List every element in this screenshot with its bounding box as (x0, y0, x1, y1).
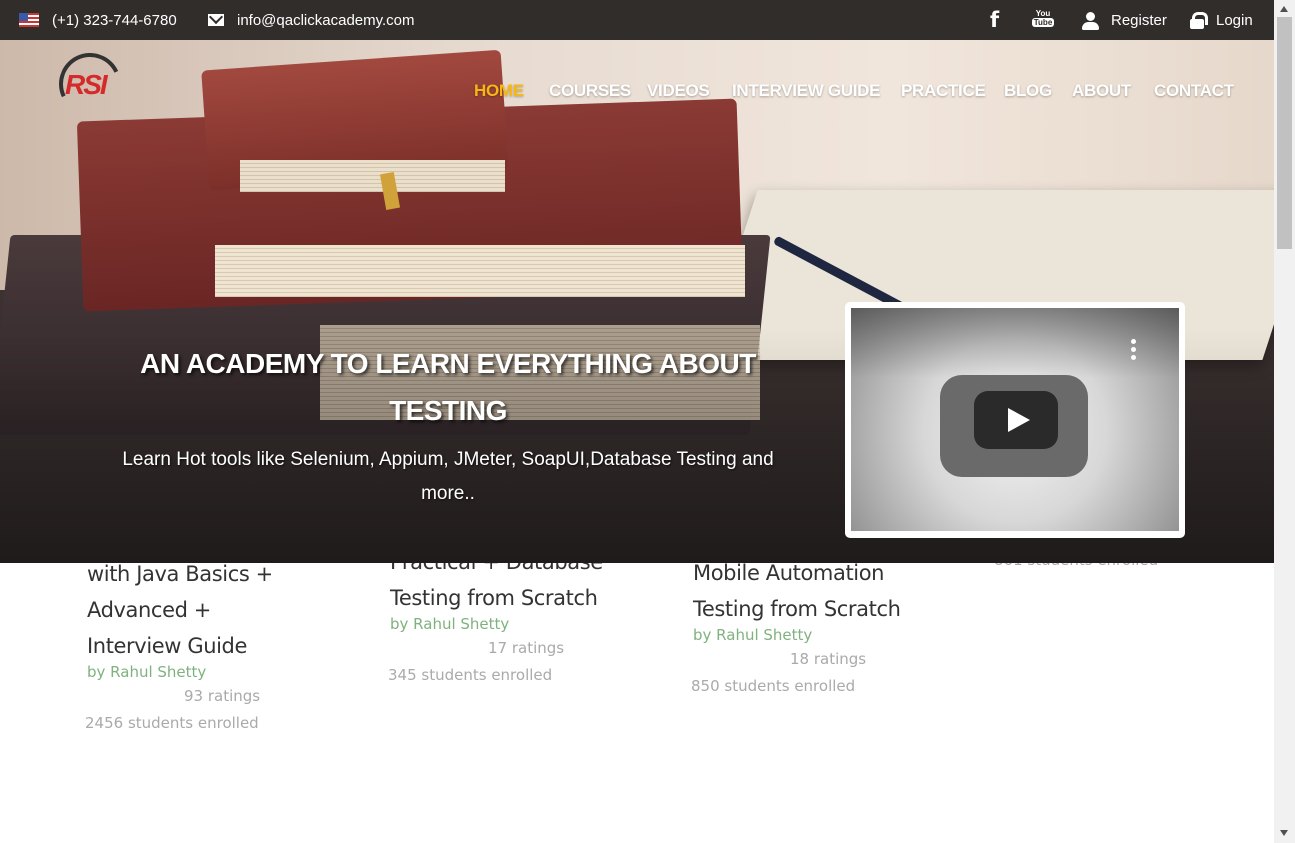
video-thumbnail[interactable] (851, 308, 1179, 531)
nav-courses[interactable]: COURSES (549, 81, 631, 107)
youtube-icon-you: You (1035, 9, 1051, 18)
hero-banner: RSI HOME COURSES VIDEOS INTERVIEW GUIDE … (0, 40, 1274, 563)
youtube-link[interactable]: You Tube (1031, 0, 1055, 40)
register-link[interactable]: Register (1082, 0, 1167, 40)
scroll-down-arrow-icon[interactable] (1280, 830, 1288, 836)
nav-practice[interactable]: PRACTICE (901, 81, 986, 107)
course-3-author[interactable]: by Rahul Shetty (693, 626, 812, 644)
more-options-icon[interactable] (1129, 339, 1137, 363)
nav-blog[interactable]: BLOG (1004, 81, 1052, 107)
nav-about[interactable]: ABOUT (1072, 81, 1131, 107)
page-scrollbar[interactable] (1274, 0, 1295, 843)
course-3-title-line-2[interactable]: Testing from Scratch (693, 591, 901, 627)
envelope-icon (208, 14, 224, 26)
course-1-title-line-2[interactable]: Advanced + (87, 592, 211, 628)
email-contact[interactable]: info@qaclickacademy.com (208, 0, 415, 40)
scrollbar-thumb[interactable] (1277, 17, 1292, 249)
course-3-enrolled: 850 students enrolled (691, 677, 856, 695)
page: with Java Basics + Advanced + Interview … (0, 0, 1295, 843)
hero-subline: Learn Hot tools like Selenium, Appium, J… (122, 449, 774, 504)
play-button[interactable] (974, 391, 1058, 449)
login-label: Login (1216, 11, 1253, 29)
course-2-title-line-2[interactable]: Testing from Scratch (390, 580, 598, 616)
logo-text: RSI (65, 69, 108, 100)
hero-headline: AN ACADEMY TO LEARN EVERYTHING ABOUT TES… (140, 348, 756, 426)
course-1-author[interactable]: by Rahul Shetty (87, 663, 206, 681)
course-1-enrolled: 2456 students enrolled (85, 714, 259, 732)
scroll-up-arrow-icon[interactable] (1280, 6, 1288, 12)
course-3-ratings: 18 ratings (790, 650, 867, 668)
phone-contact[interactable]: (+1) 323-744-6780 (19, 0, 177, 40)
login-link[interactable]: Login (1190, 0, 1253, 40)
nav-videos[interactable]: VIDEOS (647, 81, 710, 107)
course-2-enrolled: 345 students enrolled (388, 666, 553, 684)
course-1-ratings: 93 ratings (184, 687, 261, 705)
course-2-ratings: 17 ratings (488, 639, 565, 657)
phone-number: (+1) 323-744-6780 (52, 11, 177, 29)
site-logo[interactable]: RSI (50, 44, 130, 124)
course-1-title-line-3[interactable]: Interview Guide (87, 628, 247, 664)
youtube-icon: You Tube (1031, 9, 1055, 31)
lock-icon (1190, 11, 1208, 29)
course-2-author[interactable]: by Rahul Shetty (390, 615, 509, 633)
nav-home[interactable]: HOME (474, 81, 524, 107)
nav-interview-guide[interactable]: INTERVIEW GUIDE (732, 81, 881, 107)
us-flag-icon (19, 13, 39, 27)
facebook-icon: f (990, 8, 1000, 32)
top-bar: (+1) 323-744-6780 info@qaclickacademy.co… (0, 0, 1274, 40)
user-icon (1082, 11, 1099, 30)
facebook-link[interactable]: f (990, 0, 999, 40)
youtube-icon-tube: Tube (1031, 18, 1055, 27)
nav-contact[interactable]: CONTACT (1154, 81, 1234, 107)
register-label: Register (1111, 11, 1167, 29)
video-embed[interactable] (845, 302, 1185, 538)
email-address: info@qaclickacademy.com (237, 11, 415, 29)
